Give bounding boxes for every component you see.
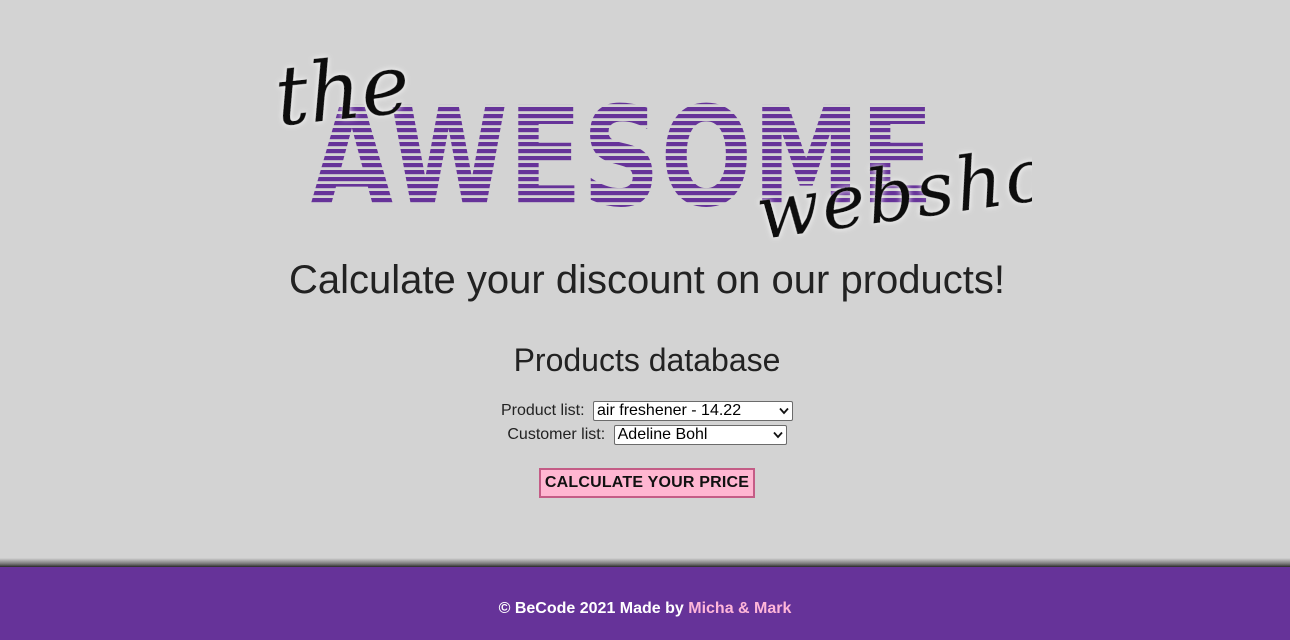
- page-headline: Calculate your discount on our products!: [289, 258, 1005, 302]
- footer-copyright: © BeCode 2021 Made by: [498, 600, 689, 617]
- customer-label: Customer list:: [507, 426, 606, 444]
- chevron-down-icon: [779, 407, 789, 415]
- page: AWESOME the webshop Calculate your disco…: [0, 0, 1290, 640]
- chevron-down-icon: [772, 431, 783, 439]
- footer: © BeCode 2021 Made by Micha & Mark: [0, 567, 1290, 640]
- calculate-price-button[interactable]: CALCULATE YOUR PRICE: [539, 468, 755, 498]
- product-select-value: air freshener - 14.22: [597, 402, 742, 419]
- logo-graphic: AWESOME the webshop: [271, 37, 1032, 255]
- site-logo[interactable]: AWESOME the webshop: [262, 30, 1032, 255]
- footer-authors-link[interactable]: Micha & Mark: [688, 600, 791, 617]
- product-row: Product list: air freshener - 14.22: [0, 401, 1290, 421]
- product-label: Product list:: [500, 402, 585, 420]
- logo-the-text: the: [271, 37, 414, 146]
- customer-select-value: Adeline Bohl: [617, 426, 708, 443]
- product-select[interactable]: air freshener - 14.22: [593, 401, 794, 421]
- section-title: Products database: [513, 342, 781, 378]
- customer-row: Customer list: Adeline Bohl: [0, 425, 1290, 445]
- customer-select[interactable]: Adeline Bohl: [613, 425, 787, 445]
